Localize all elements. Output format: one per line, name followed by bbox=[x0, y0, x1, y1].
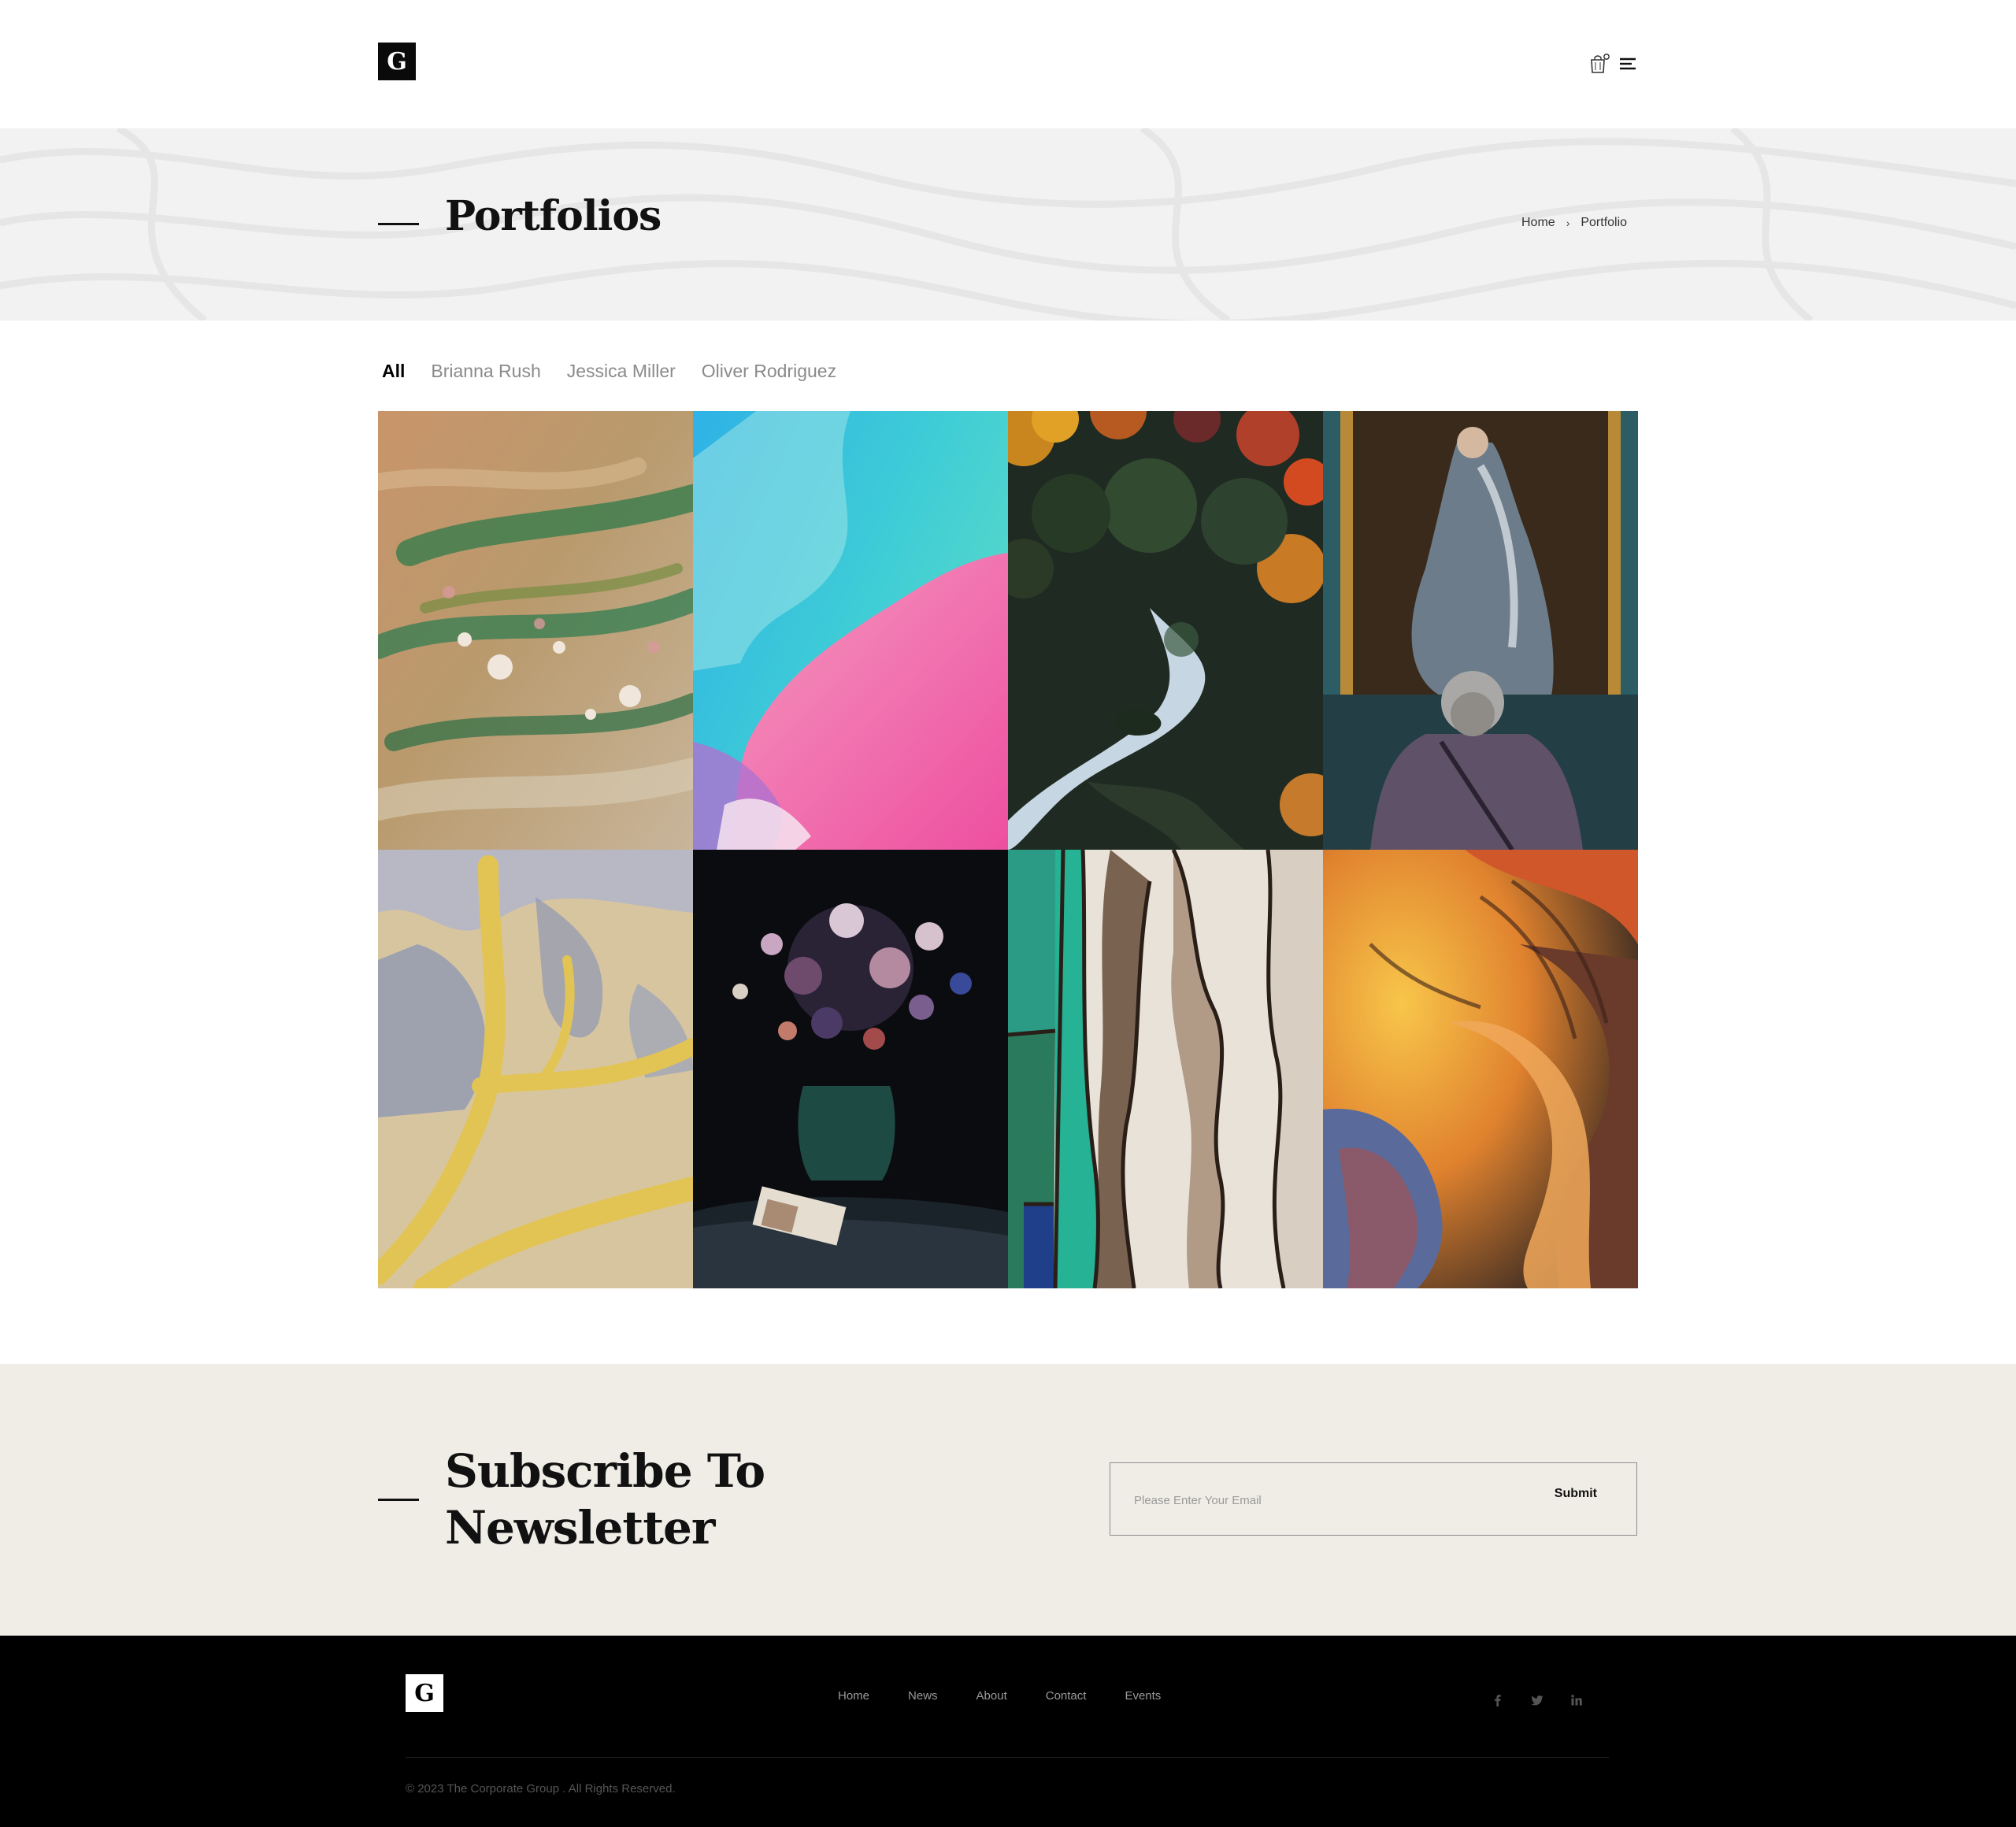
cart-icon bbox=[1591, 54, 1610, 73]
footer-logo[interactable]: G bbox=[406, 1674, 443, 1712]
copyright-text: © 2023 The Corporate Group . All Rights … bbox=[406, 1782, 676, 1796]
gallery-item-colorful-sculpture[interactable] bbox=[1323, 850, 1638, 1288]
artwork-image bbox=[693, 411, 1008, 850]
newsletter-title: Subscribe To Newsletter bbox=[445, 1443, 765, 1556]
gallery-item-museum-portrait[interactable] bbox=[1323, 411, 1638, 850]
chevron-right-icon: › bbox=[1566, 217, 1570, 229]
site-footer bbox=[0, 1636, 2016, 1827]
footer-nav-news[interactable]: News bbox=[908, 1689, 938, 1703]
gallery-item-blue-pink-abstract[interactable] bbox=[693, 411, 1008, 850]
gallery-item-dark-floral[interactable] bbox=[693, 850, 1008, 1288]
artwork-image bbox=[1008, 850, 1323, 1288]
gallery-item-flower-field[interactable] bbox=[378, 411, 693, 850]
filter-tab-all[interactable]: All bbox=[378, 361, 405, 382]
gallery-item-autumn-river[interactable] bbox=[1008, 411, 1323, 850]
site-logo[interactable]: G bbox=[378, 43, 416, 80]
site-header bbox=[0, 0, 2016, 128]
newsletter-title-line2: Newsletter bbox=[445, 1501, 715, 1555]
menu-icon bbox=[1620, 57, 1636, 70]
footer-nav: Home News About Contact Events bbox=[838, 1689, 1161, 1703]
submit-button[interactable]: Submit bbox=[1555, 1487, 1597, 1501]
artwork-image bbox=[1323, 411, 1638, 850]
portfolio-gallery bbox=[378, 411, 1638, 1288]
newsletter-form: Submit bbox=[1110, 1462, 1637, 1536]
newsletter-title-line1: Subscribe To bbox=[445, 1444, 765, 1498]
gallery-item-yellow-aerial[interactable] bbox=[378, 850, 693, 1288]
footer-nav-events[interactable]: Events bbox=[1125, 1689, 1161, 1703]
filter-tab-oliver-rodriguez[interactable]: Oliver Rodriguez bbox=[702, 361, 836, 382]
wave-pattern bbox=[0, 128, 2016, 321]
menu-button[interactable] bbox=[1618, 54, 1639, 76]
footer-nav-about[interactable]: About bbox=[976, 1689, 1007, 1703]
page-title-band bbox=[0, 128, 2016, 321]
artwork-image bbox=[1008, 411, 1323, 850]
footer-divider bbox=[406, 1757, 1609, 1758]
breadcrumb-home-link[interactable]: Home bbox=[1521, 216, 1555, 230]
linkedin-icon[interactable] bbox=[1569, 1693, 1584, 1707]
footer-nav-home[interactable]: Home bbox=[838, 1689, 869, 1703]
breadcrumb-current: Portfolio bbox=[1581, 216, 1628, 229]
twitter-icon[interactable] bbox=[1530, 1693, 1544, 1707]
newsletter-dash bbox=[378, 1499, 419, 1501]
artwork-image bbox=[693, 850, 1008, 1288]
filter-tab-jessica-miller[interactable]: Jessica Miller bbox=[567, 361, 676, 382]
cart-button[interactable] bbox=[1588, 52, 1611, 76]
title-dash bbox=[378, 223, 419, 225]
artwork-image bbox=[378, 850, 693, 1288]
newsletter-section bbox=[0, 1364, 2016, 1636]
artwork-image bbox=[378, 411, 693, 850]
portfolio-filter-tabs: All Brianna Rush Jessica Miller Oliver R… bbox=[378, 361, 836, 382]
breadcrumb: Home › Portfolio bbox=[1521, 216, 1627, 230]
artwork-image bbox=[1323, 850, 1638, 1288]
filter-tab-brianna-rush[interactable]: Brianna Rush bbox=[431, 361, 540, 382]
email-input[interactable] bbox=[1132, 1485, 1498, 1515]
footer-nav-contact[interactable]: Contact bbox=[1046, 1689, 1087, 1703]
page-title: Portfolios bbox=[445, 192, 662, 240]
social-links bbox=[1491, 1693, 1584, 1707]
facebook-icon[interactable] bbox=[1491, 1693, 1505, 1707]
gallery-item-stained-glass[interactable] bbox=[1008, 850, 1323, 1288]
